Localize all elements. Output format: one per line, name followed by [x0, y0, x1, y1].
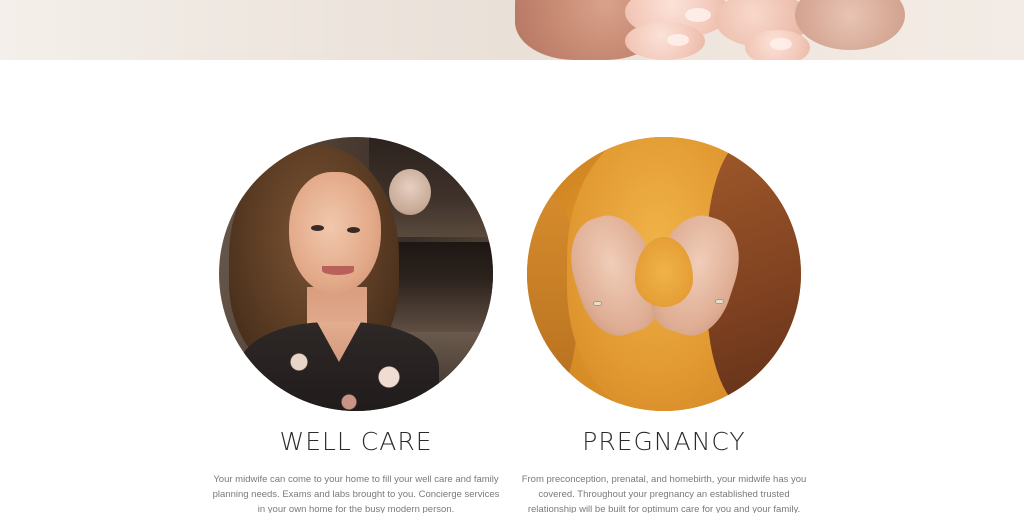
ring — [715, 299, 724, 304]
service-well-care: WELL CARE Your midwife can come to your … — [206, 137, 506, 513]
portrait-eye — [311, 225, 324, 231]
pregnancy-photo — [527, 137, 801, 411]
portrait-eye — [347, 227, 360, 233]
service-pregnancy: PREGNANCY From preconception, prenatal, … — [514, 137, 814, 513]
hero-banner-image — [0, 0, 1024, 60]
photo-background-person — [389, 169, 431, 215]
baby-finger — [625, 22, 705, 60]
holding-hands-photo — [515, 0, 935, 60]
portrait-face — [289, 172, 381, 294]
service-description: From preconception, prenatal, and homebi… — [521, 474, 807, 513]
portrait-smile — [322, 266, 354, 275]
service-title: WELL CARE — [279, 427, 433, 456]
fingernail — [685, 8, 711, 22]
fingernail — [770, 38, 792, 50]
service-description: Your midwife can come to your home to fi… — [212, 474, 500, 513]
fingernail — [667, 34, 689, 46]
service-title: PREGNANCY — [582, 427, 746, 456]
adult-hand — [795, 0, 905, 50]
ring — [593, 301, 602, 306]
well-care-photo — [219, 137, 493, 411]
